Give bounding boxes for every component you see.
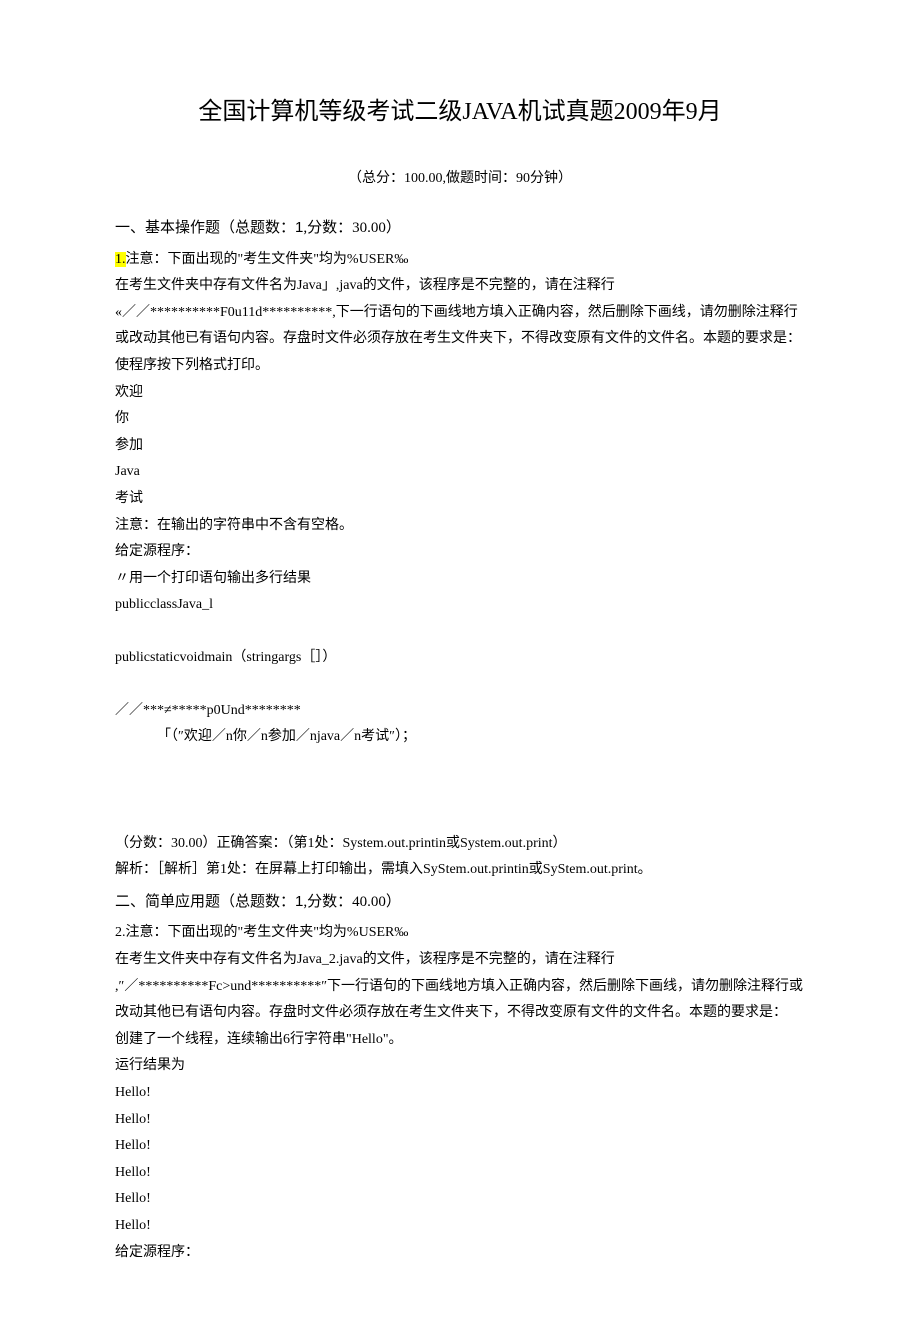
q2-line-4: 创建了一个线程，连续输出6行字符串"Hello"。: [115, 1027, 805, 1054]
q2-line-11: Hello!: [115, 1213, 805, 1240]
q1-line-1: 1.注意：下面出现的"考生文件夹"均为%USER‰: [115, 247, 805, 274]
q2-line-8: Hello!: [115, 1133, 805, 1160]
section-1-suffix: ,分数：30.00）: [303, 220, 401, 236]
section-2-prefix: 二、简单应用题（总题数：: [115, 894, 295, 910]
q1-line-12: 〃用一个打印语句输出多行结果: [115, 566, 805, 593]
q1-line-14: publicstaticvoidmain（stringargs［］）: [115, 645, 805, 672]
q2-line-6: Hello!: [115, 1080, 805, 1107]
q1-line-5: 欢迎: [115, 380, 805, 407]
q1-line-10: 注意：在输出的字符串中不含有空格。: [115, 513, 805, 540]
q1-line-16: 「（″欢迎／n你／n参加／njava／n考试″）；: [115, 724, 805, 751]
q1-line-7: 参加: [115, 433, 805, 460]
q1-line-6: 你: [115, 406, 805, 433]
q1-line-4: 使程序按下列格式打印。: [115, 353, 805, 380]
section-2-suffix: ,分数：40.00）: [303, 894, 401, 910]
q2-line-3: ,″／**********Fc>und**********″下一行语句的下画线地…: [115, 974, 805, 1027]
document-subtitle: （总分：100.00,做题时间：90分钟）: [115, 166, 805, 193]
spacer: [115, 672, 805, 698]
spacer: [115, 751, 805, 831]
q2-line-1: 2.注意：下面出现的"考生文件夹"均为%USER‰: [115, 920, 805, 947]
q1-line-9: 考试: [115, 486, 805, 513]
q2-line-10: Hello!: [115, 1186, 805, 1213]
q1-line-13: publicclassJava_l: [115, 592, 805, 619]
section-1-header: 一、基本操作题（总题数：1,分数：30.00）: [115, 214, 805, 243]
q1-text-1: 注意：下面出现的"考生文件夹"均为%USER‰: [126, 252, 409, 267]
q1-line-8: Java: [115, 459, 805, 486]
spacer: [115, 619, 805, 645]
q1-line-3: «／／**********F0u11d**********,下一行语句的下画线地…: [115, 300, 805, 353]
q2-line-5: 运行结果为: [115, 1053, 805, 1080]
q1-number-highlight: 1.: [115, 252, 126, 267]
q1-explanation: 解析：［解析］第1处：在屏幕上打印输出，需填入SyStem.out.printi…: [115, 857, 805, 884]
q2-line-7: Hello!: [115, 1107, 805, 1134]
section-2-header: 二、简单应用题（总题数：1,分数：40.00）: [115, 888, 805, 917]
q2-line-9: Hello!: [115, 1160, 805, 1187]
q2-line-2: 在考生文件夹中存有文件名为Java_2.java的文件，该程序是不完整的，请在注…: [115, 947, 805, 974]
section-1-prefix: 一、基本操作题（总题数：: [115, 220, 295, 236]
q1-line-2: 在考生文件夹中存有文件名为Java」,java的文件，该程序是不完整的，请在注释…: [115, 273, 805, 300]
q1-answer: （分数：30.00）正确答案：（第1处：System.out.printin或S…: [115, 831, 805, 858]
q1-line-15: ／／***≠*****p0Und********: [115, 698, 805, 725]
q1-line-11: 给定源程序：: [115, 539, 805, 566]
document-title: 全国计算机等级考试二级JAVA机试真题2009年9月: [115, 90, 805, 136]
document-page: 全国计算机等级考试二级JAVA机试真题2009年9月 （总分：100.00,做题…: [0, 0, 920, 1326]
q2-line-12: 给定源程序：: [115, 1240, 805, 1267]
